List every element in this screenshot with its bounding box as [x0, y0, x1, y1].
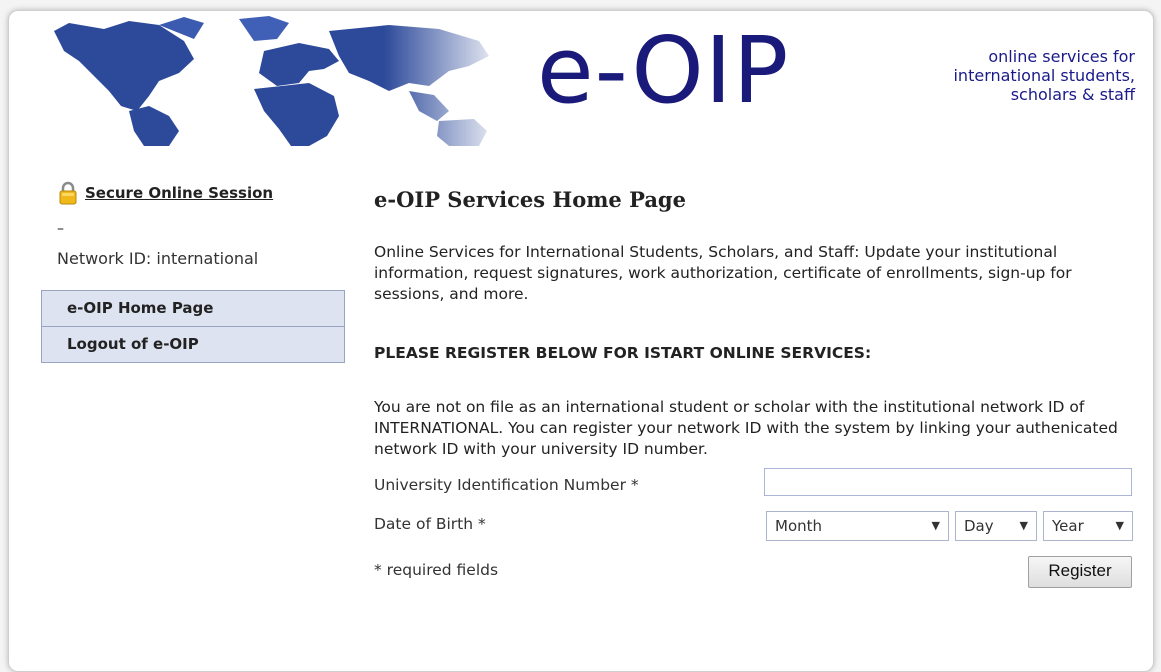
secure-session: Secure Online Session	[57, 181, 273, 205]
notice-text: You are not on file as an international …	[374, 398, 1118, 458]
chevron-down-icon: ▼	[1019, 519, 1028, 532]
dob-label: Date of Birth *	[374, 515, 486, 533]
month-select-value: Month	[775, 517, 823, 535]
page-container: e-OIP online services for international …	[8, 10, 1154, 672]
university-id-input[interactable]	[764, 468, 1132, 496]
lock-icon	[59, 181, 77, 205]
site-tagline: online services for international studen…	[855, 47, 1135, 104]
sidebar-item-home[interactable]: e-OIP Home Page	[42, 291, 344, 327]
uid-label: University Identification Number *	[374, 476, 639, 494]
chevron-down-icon: ▼	[931, 519, 940, 532]
secure-session-link[interactable]: Secure Online Session	[85, 184, 273, 202]
main-content: e-OIP Services Home Page Online Services…	[374, 187, 1144, 458]
day-select-value: Day	[964, 517, 994, 535]
tagline-line: international students,	[953, 66, 1135, 85]
month-select[interactable]: Month ▼	[766, 511, 949, 541]
day-select[interactable]: Day ▼	[955, 511, 1037, 541]
page-title: e-OIP Services Home Page	[374, 187, 686, 212]
required-fields-note: * required fields	[374, 561, 499, 579]
intro-text: Online Services for International Studen…	[374, 243, 1072, 303]
register-button[interactable]: Register	[1028, 556, 1132, 588]
year-select[interactable]: Year ▼	[1043, 511, 1133, 541]
site-logo: e-OIP	[537, 17, 790, 124]
network-id-label: Network ID: international	[57, 249, 259, 268]
tagline-line: online services for	[988, 47, 1135, 66]
register-heading: PLEASE REGISTER BELOW FOR ISTART ONLINE …	[374, 344, 872, 362]
tagline-line: scholars & staff	[1010, 85, 1135, 104]
year-select-value: Year	[1052, 517, 1084, 535]
sidebar-item-logout[interactable]: Logout of e-OIP	[42, 327, 344, 362]
sidebar-nav: e-OIP Home Page Logout of e-OIP	[41, 290, 345, 363]
separator-dash: –	[57, 221, 64, 237]
chevron-down-icon: ▼	[1115, 519, 1124, 532]
header-banner: e-OIP online services for international …	[9, 11, 1153, 146]
